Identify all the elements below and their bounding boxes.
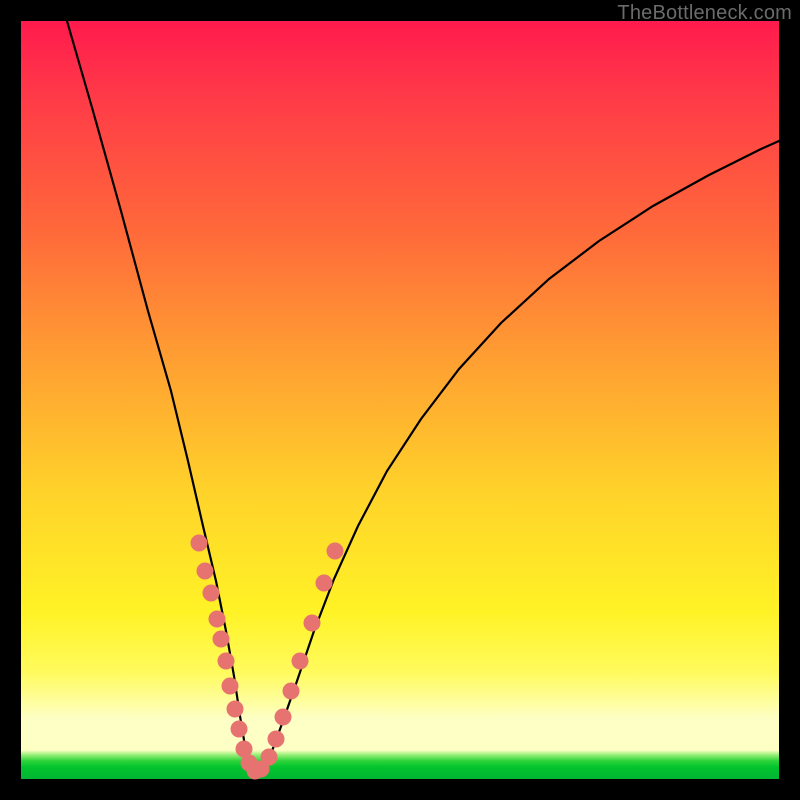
- marker-dot: [261, 749, 278, 766]
- watermark-text: TheBottleneck.com: [617, 2, 792, 25]
- marker-dot: [327, 543, 344, 560]
- marker-dot: [197, 563, 214, 580]
- marker-dot: [222, 678, 239, 695]
- marker-dot: [231, 721, 248, 738]
- bottleneck-curve: [67, 21, 779, 774]
- marker-dots-group: [191, 535, 344, 780]
- marker-dot: [316, 575, 333, 592]
- marker-dot: [213, 631, 230, 648]
- marker-dot: [209, 611, 226, 628]
- marker-dot: [304, 615, 321, 632]
- marker-dot: [227, 701, 244, 718]
- marker-dot: [218, 653, 235, 670]
- marker-dot: [191, 535, 208, 552]
- chart-svg: [21, 21, 779, 779]
- marker-dot: [292, 653, 309, 670]
- chart-plot-area: [21, 21, 779, 779]
- marker-dot: [275, 709, 292, 726]
- marker-dot: [283, 683, 300, 700]
- marker-dot: [203, 585, 220, 602]
- marker-dot: [268, 731, 285, 748]
- chart-frame: TheBottleneck.com: [0, 0, 800, 800]
